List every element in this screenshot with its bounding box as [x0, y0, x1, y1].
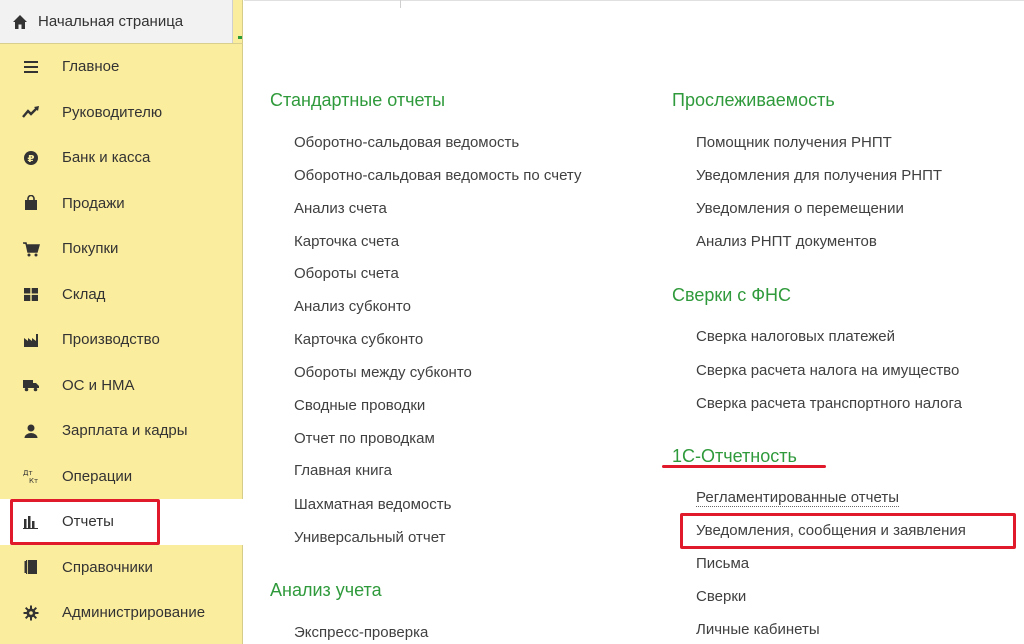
home-tab-label: Начальная страница: [38, 13, 184, 30]
trend-up-icon: [22, 103, 40, 121]
bar-chart-icon: [22, 513, 40, 531]
report-link[interactable]: Анализ субконто: [294, 298, 411, 315]
report-link[interactable]: Отчет по проводкам: [294, 430, 435, 447]
home-icon: [12, 14, 28, 30]
report-link[interactable]: Сверка расчета налога на имущество: [696, 362, 959, 379]
report-link[interactable]: Обороты счета: [294, 265, 399, 282]
ruble-coin-icon: ₽: [22, 149, 40, 167]
report-link[interactable]: Сводные проводки: [294, 397, 425, 414]
report-link[interactable]: Помощник получения РНПТ: [696, 134, 892, 151]
debit-credit-icon: Дт Кт: [22, 467, 40, 485]
cart-icon: [22, 240, 40, 258]
sidebar-item-label: Зарплата и кадры: [62, 422, 188, 440]
report-link[interactable]: Сверки: [696, 588, 746, 605]
section-title-1c-reporting: 1С-Отчетность: [672, 446, 797, 466]
sidebar: Начальная страница Главное Руководителю …: [0, 0, 243, 644]
truck-icon: [22, 376, 40, 394]
report-link[interactable]: Сверка налоговых платежей: [696, 328, 895, 345]
report-link[interactable]: Обороты между субконто: [294, 364, 472, 381]
sidebar-item-label: Склад: [62, 285, 106, 303]
report-link-regulated[interactable]: Регламентированные отчеты: [696, 489, 899, 507]
svg-text:Кт: Кт: [29, 477, 38, 484]
report-link[interactable]: Анализ РНПТ документов: [696, 233, 877, 250]
section-title-accounting-analysis: Анализ учета: [270, 580, 382, 600]
tab-indicator: [238, 36, 242, 39]
report-link[interactable]: Главная книга: [294, 462, 392, 479]
shopping-bag-icon: [22, 194, 40, 212]
report-link[interactable]: Уведомления для получения РНПТ: [696, 167, 942, 184]
section-title-traceability: Прослеживаемость: [672, 90, 835, 110]
report-link[interactable]: Личные кабинеты: [696, 621, 820, 638]
sidebar-item-salary[interactable]: Зарплата и кадры: [0, 408, 243, 454]
sidebar-item-label: ОС и НМА: [62, 376, 135, 394]
sidebar-item-label: Администрирование: [62, 604, 206, 622]
sidebar-item-label: Покупки: [62, 240, 119, 258]
sidebar-item-admin[interactable]: Администрирование: [0, 590, 243, 636]
warehouse-icon: [22, 285, 40, 303]
sidebar-item-assets[interactable]: ОС и НМА: [0, 363, 243, 409]
sidebar-item-bank[interactable]: ₽ Банк и касса: [0, 135, 243, 181]
gear-icon: [22, 604, 40, 622]
sidebar-item-label: Производство: [62, 331, 160, 349]
report-link[interactable]: Уведомления о перемещении: [696, 200, 904, 217]
factory-icon: [22, 331, 40, 349]
sidebar-item-manager[interactable]: Руководителю: [0, 90, 243, 136]
report-link[interactable]: Анализ счета: [294, 200, 387, 217]
svg-text:Дт: Дт: [23, 469, 33, 477]
report-link[interactable]: Карточка счета: [294, 233, 399, 250]
sidebar-item-reports[interactable]: Отчеты: [0, 499, 243, 545]
report-link[interactable]: Шахматная ведомость: [294, 496, 451, 513]
sidebar-item-main[interactable]: Главное: [0, 44, 243, 90]
sidebar-item-label: Отчеты: [62, 513, 114, 531]
sidebar-item-label: Продажи: [62, 194, 125, 212]
report-link-notifications[interactable]: Уведомления, сообщения и заявления: [696, 522, 966, 539]
person-icon: [22, 422, 40, 440]
sidebar-item-label: Операции: [62, 467, 133, 485]
sidebar-item-warehouse[interactable]: Склад: [0, 272, 243, 318]
report-link[interactable]: Экспресс-проверка: [294, 624, 428, 641]
section-nav: Главное Руководителю ₽ Банк и касса Прод…: [0, 44, 243, 636]
sidebar-item-label: Руководителю: [62, 103, 163, 121]
section-title-fns-reconciliation: Сверки с ФНС: [672, 285, 791, 305]
section-title-standard-reports: Стандартные отчеты: [270, 90, 446, 110]
svg-text:₽: ₽: [28, 154, 35, 165]
report-link[interactable]: Универсальный отчет: [294, 529, 445, 546]
report-link[interactable]: Сверка расчета транспортного налога: [696, 395, 962, 412]
sidebar-item-label: Справочники: [62, 558, 153, 576]
sidebar-item-production[interactable]: Производство: [0, 317, 243, 363]
sidebar-item-purchases[interactable]: Покупки: [0, 226, 243, 272]
report-link[interactable]: Карточка субконто: [294, 331, 423, 348]
sidebar-item-operations[interactable]: Дт Кт Операции: [0, 454, 243, 500]
tab-strip: [244, 0, 1024, 1]
home-tab[interactable]: Начальная страница: [0, 0, 233, 43]
menu-lines-icon: [22, 58, 40, 76]
report-link[interactable]: Оборотно-сальдовая ведомость: [294, 134, 519, 151]
report-link[interactable]: Оборотно-сальдовая ведомость по счету: [294, 167, 581, 184]
sidebar-item-label: Главное: [62, 58, 120, 76]
sidebar-item-catalogs[interactable]: Справочники: [0, 545, 243, 591]
sidebar-item-sales[interactable]: Продажи: [0, 181, 243, 227]
tab-separator: [400, 0, 401, 8]
sidebar-item-label: Банк и касса: [62, 149, 151, 167]
book-icon: [22, 558, 40, 576]
report-link[interactable]: Письма: [696, 555, 749, 572]
